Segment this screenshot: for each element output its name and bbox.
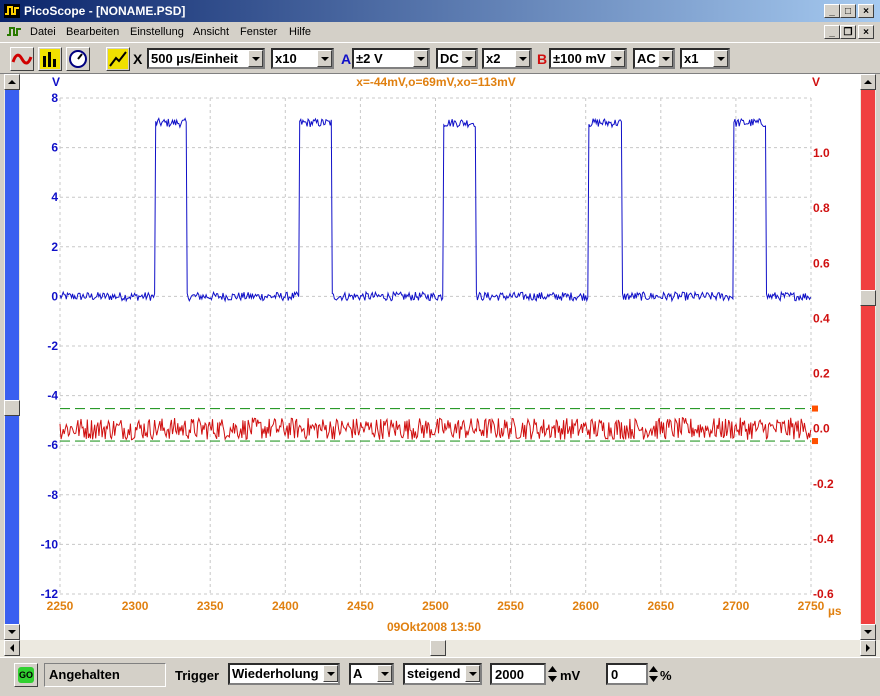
chevron-down-icon[interactable] xyxy=(465,665,480,682)
trigger-edge-value: steigend xyxy=(407,666,461,681)
x-tick-label: 2300 xyxy=(122,599,149,613)
pretrigger-unit: % xyxy=(660,668,672,683)
scroll-right-icon[interactable] xyxy=(860,640,876,656)
pretrigger-input[interactable]: 0 xyxy=(606,663,648,685)
time-thumb[interactable] xyxy=(430,640,446,656)
x-tick-label: 2450 xyxy=(347,599,374,613)
pretrigger-stepper[interactable] xyxy=(648,663,659,685)
x-tick-label: 2650 xyxy=(647,599,674,613)
x-tick-label: 2700 xyxy=(723,599,750,613)
left-tick-label: 8 xyxy=(51,91,58,105)
right-tick-label: 1.0 xyxy=(813,146,830,160)
time-scrollbar[interactable] xyxy=(0,640,880,657)
scroll-left-icon[interactable] xyxy=(4,640,20,656)
right-tick-label: 0.0 xyxy=(813,422,830,436)
acquisition-state-panel: Angehalten xyxy=(44,663,166,687)
chevron-down-icon[interactable] xyxy=(323,665,338,682)
marker-handle[interactable] xyxy=(812,405,818,412)
capture-timestamp: 09Okt2008 13:50 xyxy=(387,620,481,634)
trigger-level-stepper[interactable] xyxy=(547,663,558,685)
x-tick-label: 2250 xyxy=(47,599,74,613)
left-tick-label: 4 xyxy=(51,190,58,204)
x-tick-label: 2600 xyxy=(572,599,599,613)
left-tick-label: -6 xyxy=(47,438,58,452)
left-tick-label: -10 xyxy=(41,537,59,551)
trigger-mode-value: Wiederholung xyxy=(232,666,319,681)
x-tick-label: 2550 xyxy=(497,599,524,613)
go-button[interactable]: GO xyxy=(14,663,38,687)
left-tick-label: 2 xyxy=(51,240,58,254)
right-tick-label: 0.4 xyxy=(813,311,830,325)
status-bar: GO Angehalten Trigger Wiederholung A ste… xyxy=(0,657,880,696)
chevron-down-icon[interactable] xyxy=(377,665,392,682)
trigger-level-unit: mV xyxy=(560,668,581,683)
scope-plot[interactable]: 86420-2-4-6-8-10-12 1.00.80.60.40.20.0-0… xyxy=(0,0,880,640)
trigger-level-input[interactable]: 2000 xyxy=(490,663,546,685)
pretrigger-value: 0 xyxy=(611,667,619,682)
right-tick-label: 0.6 xyxy=(813,256,830,270)
left-tick-label: -2 xyxy=(47,339,58,353)
x-tick-label: 2750 xyxy=(798,599,825,613)
x-tick-label: 2400 xyxy=(272,599,299,613)
right-unit-label: V xyxy=(812,75,820,89)
right-tick-label: 0.2 xyxy=(813,367,830,381)
trigger-label: Trigger xyxy=(175,668,220,683)
left-tick-label: 0 xyxy=(51,289,58,303)
left-tick-label: 6 xyxy=(51,141,58,155)
left-unit-label: V xyxy=(52,75,60,89)
left-tick-label: -8 xyxy=(47,488,58,502)
right-tick-label: -0.4 xyxy=(813,532,834,546)
left-tick-label: -4 xyxy=(47,389,58,403)
marker-handle[interactable] xyxy=(812,438,818,445)
x-tick-label: 2500 xyxy=(422,599,449,613)
acquisition-state: Angehalten xyxy=(49,667,120,682)
right-tick-label: 0.8 xyxy=(813,201,830,215)
right-tick-label: -0.2 xyxy=(813,477,834,491)
x-tick-label: 2350 xyxy=(197,599,224,613)
measurement-readout: x=-44mV,o=69mV,xo=113mV xyxy=(356,75,516,89)
trigger-channel-select[interactable]: A xyxy=(349,663,394,685)
trigger-edge-select[interactable]: steigend xyxy=(403,663,482,685)
trigger-channel-value: A xyxy=(353,666,363,681)
x-unit-label: µs xyxy=(828,604,842,618)
trigger-mode-select[interactable]: Wiederholung xyxy=(228,663,340,685)
trigger-level-value: 2000 xyxy=(495,667,524,682)
go-label: GO xyxy=(18,667,34,683)
